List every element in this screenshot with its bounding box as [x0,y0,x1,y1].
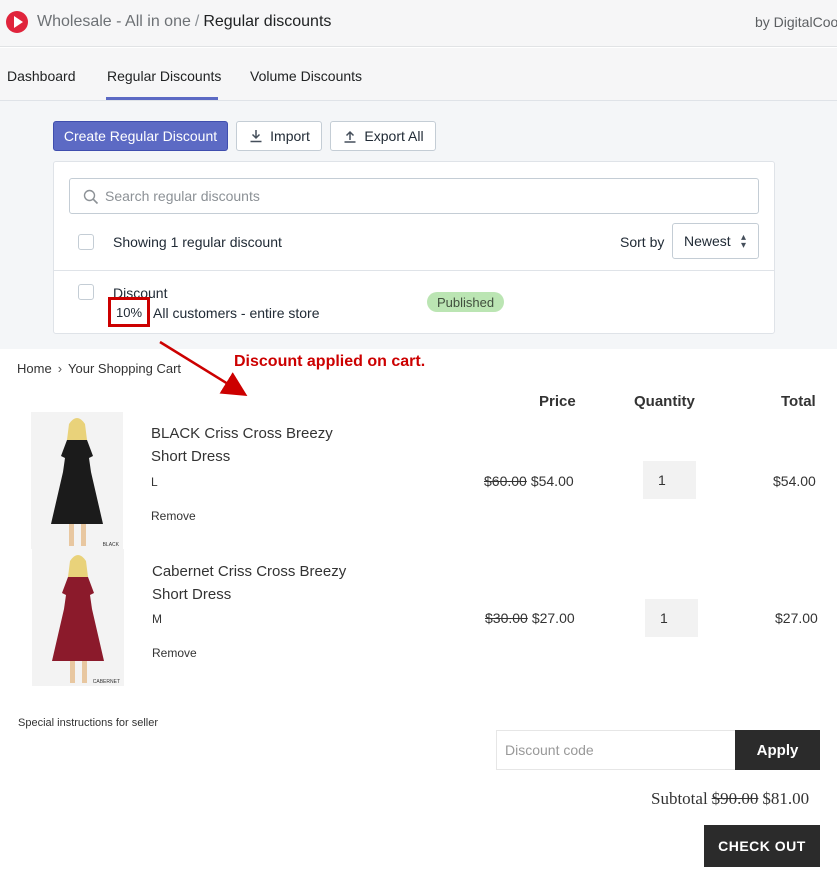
import-button-label: Import [270,128,310,144]
special-instructions-label: Special instructions for seller [18,717,159,729]
line-total: $27.00 [775,610,818,626]
tab-dashboard[interactable]: Dashboard [7,68,76,84]
status-badge-label: Published [437,294,495,310]
original-price: $60.00 [484,473,527,489]
product-variant: L [151,475,158,489]
search-box [69,178,759,214]
image-caption: BLACK [103,542,120,548]
discount-percent-highlight: 10% [108,297,150,327]
breadcrumb-chevron-icon: › [57,361,63,376]
remove-item-link[interactable]: Remove [151,509,196,523]
subtotal-value: $81.00 [762,789,810,808]
status-badge: Published [427,292,505,312]
breadcrumb-app-link[interactable]: Wholesale - All in one [37,13,191,30]
discount-code-input[interactable] [496,730,736,770]
admin-content: Create Regular Discount Import Export Al… [0,101,837,349]
breadcrumb-separator: / [194,13,200,30]
product-name-line: Cabernet Criss Cross Breezy [152,563,347,580]
column-header-quantity: Quantity [634,393,695,410]
admin-topbar: Wholesale - All in one / Regular discounts… [0,0,837,47]
product-name-link[interactable]: Cabernet Criss Cross Breezy Short Dress [152,560,346,606]
discount-scope: All customers - entire store [153,305,320,321]
product-image[interactable]: CABERNET [32,549,124,686]
admin-tabs: Dashboard Regular Discounts Volume Disco… [0,48,837,101]
create-button-label: Create Regular Discount [63,128,218,144]
product-name-link[interactable]: BLACK Criss Cross Breezy Short Dress [151,422,333,468]
dress-image-icon: BLACK [31,412,123,549]
image-caption: CABERNET [93,679,120,685]
apply-discount-button[interactable]: Apply [735,730,820,770]
item-price: $30.00 $27.00 [485,610,575,626]
subtotal-original: $90.00 [711,789,759,808]
import-button[interactable]: Import [236,121,322,151]
original-price: $30.00 [485,610,528,626]
line-total: $54.00 [773,473,816,489]
create-regular-discount-button[interactable]: Create Regular Discount [53,121,228,151]
discounted-price: $27.00 [531,610,575,626]
export-button-label: Export All [364,128,424,144]
sort-select[interactable]: Newest ▴ ▾ [672,223,759,259]
page-title: Regular discounts [203,13,332,30]
column-header-price: Price [539,393,576,410]
discount-row-checkbox[interactable] [78,284,94,300]
sort-select-value: Newest [684,233,731,249]
tab-volume-discounts[interactable]: Volume Discounts [250,68,362,84]
product-name-line: Short Dress [152,586,232,603]
export-all-button[interactable]: Export All [330,121,436,151]
annotation-text: Discount applied on cart. [234,353,426,370]
developer-credit: by DigitalCoo [755,14,837,30]
dress-image-icon: CABERNET [32,549,124,686]
breadcrumb-home-link[interactable]: Home [17,361,52,376]
subtotal-label: Subtotal [651,789,708,808]
item-price: $60.00 $54.00 [484,473,574,489]
upload-icon [344,130,356,143]
breadcrumb: Wholesale - All in one / Regular discounts [37,13,331,31]
download-icon [250,130,262,143]
cart-subtotal: Subtotal $90.00 $81.00 [651,789,809,809]
sort-chevron-icon: ▴ ▾ [740,232,746,251]
quantity-input[interactable] [645,599,698,637]
active-tab-indicator [106,97,218,100]
remove-item-link[interactable]: Remove [152,646,197,660]
product-name-line: BLACK Criss Cross Breezy [151,425,333,442]
search-input[interactable] [105,179,745,213]
search-icon [83,189,99,205]
discount-percent: 10% [115,304,143,320]
discount-list-card: Showing 1 regular discount Sort by Newes… [53,161,775,334]
app-logo-icon [6,11,28,33]
row-divider [54,270,774,271]
product-image[interactable]: BLACK [31,412,123,549]
showing-count-label: Showing 1 regular discount [113,234,282,250]
column-header-total: Total [781,393,816,410]
breadcrumb-current: Your Shopping Cart [68,361,182,376]
quantity-input[interactable] [643,461,696,499]
tab-regular-discounts[interactable]: Regular Discounts [107,68,221,84]
discounted-price: $54.00 [530,473,574,489]
checkout-button[interactable]: CHECK OUT [704,825,820,867]
product-name-line: Short Dress [151,448,231,465]
cart-breadcrumb: Home › Your Shopping Cart [17,361,181,376]
select-all-checkbox[interactable] [78,234,94,250]
product-variant: M [152,612,162,626]
sort-by-label: Sort by [620,234,665,250]
